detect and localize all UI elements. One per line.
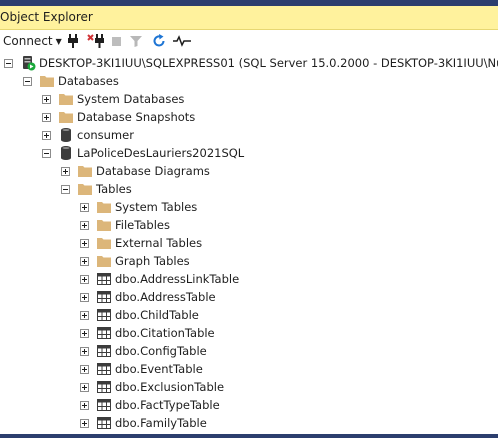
expand-icon[interactable] <box>80 220 89 230</box>
refresh-icon[interactable] <box>150 30 168 52</box>
tree-node-table[interactable]: dbo.CitationTable <box>80 324 215 342</box>
expand-icon[interactable] <box>80 346 89 356</box>
expand-icon[interactable] <box>80 256 89 266</box>
lapolice-label: LaPoliceDesLauriers2021SQL <box>77 146 245 160</box>
stop-icon[interactable] <box>108 30 124 52</box>
table-icon <box>96 325 112 341</box>
table-icon <box>96 271 112 287</box>
connect-icon[interactable] <box>64 30 82 52</box>
expand-icon[interactable] <box>80 202 89 212</box>
folder-icon <box>77 163 93 179</box>
table-icon <box>96 289 112 305</box>
folder-icon <box>77 181 93 197</box>
folder-icon <box>96 235 112 251</box>
expand-icon[interactable] <box>80 274 89 284</box>
table-label: dbo.ExclusionTable <box>115 380 225 394</box>
folder-icon <box>39 73 55 89</box>
table-label: dbo.FamilyTable <box>115 416 207 430</box>
expand-icon[interactable] <box>80 400 89 410</box>
server-label: DESKTOP-3KI1IUU\SQLEXPRESS01 (SQL Server… <box>39 56 498 70</box>
chevron-down-icon: ▼ <box>55 36 62 46</box>
connect-label: Connect <box>3 34 53 48</box>
database-icon <box>58 145 74 161</box>
disconnect-icon[interactable] <box>86 30 106 52</box>
tree-node-system-tables[interactable]: System Tables <box>80 198 197 216</box>
tree-node-table[interactable]: dbo.AddressTable <box>80 288 216 306</box>
tree-node-table[interactable]: dbo.ChildTable <box>80 306 199 324</box>
tree-node-database-diagrams[interactable]: Database Diagrams <box>61 162 210 180</box>
tree-node-consumer[interactable]: consumer <box>42 126 134 144</box>
expand-icon[interactable] <box>80 382 89 392</box>
folder-icon <box>58 109 74 125</box>
folder-icon <box>96 199 112 215</box>
connect-button[interactable]: Connect ▼ <box>3 30 62 52</box>
collapse-icon[interactable] <box>4 58 13 68</box>
table-folder-label: FileTables <box>115 218 170 232</box>
databases-label: Databases <box>58 74 119 88</box>
tree-node-database-snapshots[interactable]: Database Snapshots <box>42 108 195 126</box>
expand-icon[interactable] <box>80 328 89 338</box>
table-label: dbo.ChildTable <box>115 308 199 322</box>
table-icon <box>96 397 112 413</box>
filter-icon[interactable] <box>127 30 145 52</box>
table-label: dbo.ConfigTable <box>115 344 207 358</box>
table-label: dbo.FactTypeTable <box>115 398 220 412</box>
tree-node-graph-tables[interactable]: Graph Tables <box>80 252 190 270</box>
database-icon <box>58 127 74 143</box>
server-icon <box>20 55 36 71</box>
object-explorer-toolbar: Connect ▼ <box>0 30 498 52</box>
object-explorer-title-bar[interactable]: Object Explorer <box>0 6 498 30</box>
tree-node-table[interactable]: dbo.ConfigTable <box>80 342 207 360</box>
activity-monitor-icon[interactable] <box>172 30 192 52</box>
expand-icon[interactable] <box>42 130 51 140</box>
expand-icon[interactable] <box>80 292 89 302</box>
collapse-icon[interactable] <box>42 148 51 158</box>
tree-node-filetables[interactable]: FileTables <box>80 216 170 234</box>
table-icon <box>96 415 112 431</box>
table-label: dbo.AddressLinkTable <box>115 272 240 286</box>
tree-node-table[interactable]: dbo.FactTypeTable <box>80 396 220 414</box>
folder-icon <box>58 91 74 107</box>
collapse-icon[interactable] <box>61 184 70 194</box>
system-databases-label: System Databases <box>77 92 185 106</box>
folder-icon <box>96 217 112 233</box>
database-snapshots-label: Database Snapshots <box>77 110 196 124</box>
tree-node-external-tables[interactable]: External Tables <box>80 234 202 252</box>
tree-node-table[interactable]: dbo.EventTable <box>80 360 203 378</box>
table-icon <box>96 361 112 377</box>
table-folder-label: System Tables <box>115 200 198 214</box>
consumer-label: consumer <box>77 128 134 142</box>
table-label: dbo.AddressTable <box>115 290 216 304</box>
table-icon <box>96 343 112 359</box>
expand-icon[interactable] <box>80 364 89 374</box>
table-label: dbo.CitationTable <box>115 326 215 340</box>
tables-label: Tables <box>96 182 132 196</box>
tree-node-tables[interactable]: Tables <box>61 180 132 198</box>
collapse-icon[interactable] <box>23 76 32 86</box>
table-icon <box>96 307 112 323</box>
tree-node-table[interactable]: dbo.ExclusionTable <box>80 378 224 396</box>
expand-icon[interactable] <box>61 166 70 176</box>
expand-icon[interactable] <box>42 112 51 122</box>
expand-icon[interactable] <box>80 238 89 248</box>
expand-icon[interactable] <box>80 418 89 428</box>
expand-icon[interactable] <box>80 310 89 320</box>
table-label: dbo.EventTable <box>115 362 203 376</box>
tree-node-table[interactable]: dbo.FamilyTable <box>80 414 207 432</box>
expand-icon[interactable] <box>42 94 51 104</box>
table-icon <box>96 379 112 395</box>
table-folder-label: External Tables <box>115 236 203 250</box>
panel-title: Object Explorer <box>0 10 93 24</box>
folder-icon <box>96 253 112 269</box>
tree-node-table[interactable]: dbo.AddressLinkTable <box>80 270 239 288</box>
tree-node-lapolice-database[interactable]: LaPoliceDesLauriers2021SQL <box>42 144 244 162</box>
tree-node-server[interactable]: DESKTOP-3KI1IUU\SQLEXPRESS01 (SQL Server… <box>4 54 498 72</box>
table-folder-label: Graph Tables <box>115 254 190 268</box>
tree-node-system-databases[interactable]: System Databases <box>42 90 184 108</box>
tree-node-databases[interactable]: Databases <box>23 72 119 90</box>
object-explorer-tree: DESKTOP-3KI1IUU\SQLEXPRESS01 (SQL Server… <box>0 52 498 434</box>
window-bottom-border <box>0 434 498 438</box>
database-diagrams-label: Database Diagrams <box>96 164 210 178</box>
